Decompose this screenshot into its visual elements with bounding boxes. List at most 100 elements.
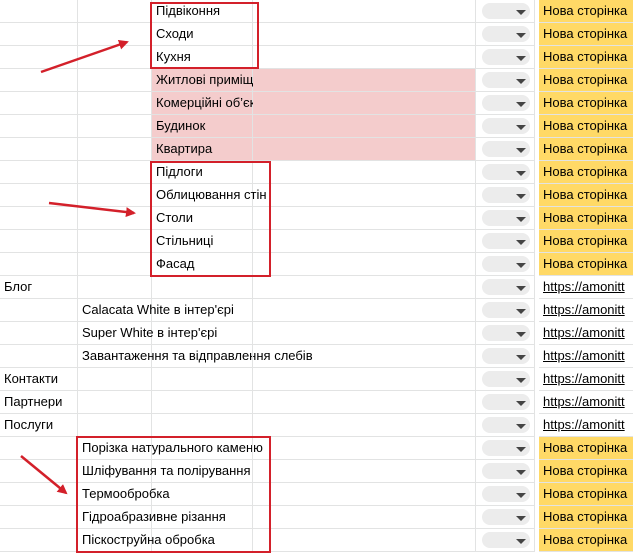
cell-dropdown[interactable] bbox=[476, 483, 535, 506]
cell-col-c[interactable] bbox=[152, 322, 253, 345]
cell-col-d[interactable] bbox=[253, 276, 476, 299]
cell-status[interactable]: https://amonitt bbox=[539, 299, 633, 322]
dropdown-chip[interactable] bbox=[482, 164, 530, 180]
dropdown-chip[interactable] bbox=[482, 256, 530, 272]
status-link[interactable]: https://amonitt bbox=[543, 371, 625, 386]
cell-dropdown[interactable] bbox=[476, 23, 535, 46]
cell-col-b[interactable]: Порізка натурального каменю bbox=[78, 437, 263, 460]
cell-col-d[interactable] bbox=[253, 0, 476, 23]
cell-col-b[interactable] bbox=[78, 138, 152, 161]
cell-dropdown[interactable] bbox=[476, 368, 535, 391]
cell-col-b[interactable] bbox=[78, 368, 152, 391]
cell-col-d[interactable] bbox=[253, 437, 476, 460]
cell-col-a[interactable] bbox=[0, 506, 78, 529]
cell-status[interactable]: Нова сторінка bbox=[539, 138, 633, 161]
cell-dropdown[interactable] bbox=[476, 460, 535, 483]
status-link[interactable]: https://amonitt bbox=[543, 325, 625, 340]
cell-dropdown[interactable] bbox=[476, 115, 535, 138]
cell-col-b[interactable] bbox=[78, 184, 152, 207]
cell-col-a[interactable] bbox=[0, 23, 78, 46]
cell-status[interactable]: Нова сторінка bbox=[539, 69, 633, 92]
cell-col-d[interactable] bbox=[253, 529, 476, 552]
dropdown-chip[interactable] bbox=[482, 440, 530, 456]
cell-dropdown[interactable] bbox=[476, 437, 535, 460]
dropdown-chip[interactable] bbox=[482, 348, 530, 364]
cell-col-c[interactable] bbox=[152, 276, 253, 299]
cell-col-c[interactable]: Облицювання стін bbox=[152, 184, 267, 207]
cell-col-a[interactable] bbox=[0, 46, 78, 69]
cell-col-d[interactable] bbox=[253, 69, 476, 92]
cell-status[interactable]: https://amonitt bbox=[539, 345, 633, 368]
cell-col-a[interactable] bbox=[0, 69, 78, 92]
cell-col-d[interactable] bbox=[253, 391, 476, 414]
cell-col-d[interactable] bbox=[253, 92, 476, 115]
cell-col-d[interactable] bbox=[253, 345, 476, 368]
status-link[interactable]: https://amonitt bbox=[543, 279, 625, 294]
cell-dropdown[interactable] bbox=[476, 138, 535, 161]
dropdown-chip[interactable] bbox=[482, 463, 530, 479]
cell-col-a[interactable] bbox=[0, 437, 78, 460]
cell-col-c[interactable] bbox=[152, 506, 253, 529]
cell-col-a[interactable] bbox=[0, 184, 78, 207]
cell-col-b[interactable]: Завантаження та відправлення слебів bbox=[78, 345, 313, 368]
cell-col-a[interactable] bbox=[0, 161, 78, 184]
cell-col-b[interactable] bbox=[78, 46, 152, 69]
cell-col-d[interactable] bbox=[253, 23, 476, 46]
cell-dropdown[interactable] bbox=[476, 92, 535, 115]
cell-status[interactable]: Нова сторінка bbox=[539, 46, 633, 69]
cell-status[interactable]: Нова сторінка bbox=[539, 92, 633, 115]
cell-col-c[interactable] bbox=[152, 437, 253, 460]
cell-status[interactable]: Нова сторінка bbox=[539, 483, 633, 506]
cell-status[interactable]: Нова сторінка bbox=[539, 207, 633, 230]
cell-col-b[interactable] bbox=[78, 23, 152, 46]
cell-col-c[interactable]: Підвіконня bbox=[152, 0, 253, 23]
cell-col-a[interactable] bbox=[0, 483, 78, 506]
cell-dropdown[interactable] bbox=[476, 529, 535, 552]
cell-col-c[interactable]: Сходи bbox=[152, 23, 253, 46]
cell-col-d[interactable] bbox=[253, 483, 476, 506]
cell-col-a[interactable]: Послуги bbox=[0, 414, 78, 437]
cell-col-a[interactable] bbox=[0, 460, 78, 483]
cell-col-b[interactable] bbox=[78, 391, 152, 414]
cell-dropdown[interactable] bbox=[476, 253, 535, 276]
cell-dropdown[interactable] bbox=[476, 276, 535, 299]
cell-col-d[interactable] bbox=[253, 460, 476, 483]
cell-status[interactable]: Нова сторінка bbox=[539, 23, 633, 46]
cell-col-d[interactable] bbox=[253, 368, 476, 391]
cell-dropdown[interactable] bbox=[476, 414, 535, 437]
dropdown-chip[interactable] bbox=[482, 532, 530, 548]
cell-col-c[interactable]: Стільниці bbox=[152, 230, 253, 253]
cell-col-a[interactable]: Контакти bbox=[0, 368, 78, 391]
cell-status[interactable]: Нова сторінка bbox=[539, 253, 633, 276]
dropdown-chip[interactable] bbox=[482, 49, 530, 65]
dropdown-chip[interactable] bbox=[482, 417, 530, 433]
cell-col-b[interactable] bbox=[78, 69, 152, 92]
cell-col-b[interactable] bbox=[78, 276, 152, 299]
cell-dropdown[interactable] bbox=[476, 0, 535, 23]
cell-col-c[interactable]: Фасад bbox=[152, 253, 253, 276]
cell-status[interactable]: Нова сторінка bbox=[539, 184, 633, 207]
dropdown-chip[interactable] bbox=[482, 72, 530, 88]
cell-col-c[interactable] bbox=[152, 299, 253, 322]
cell-status[interactable]: Нова сторінка bbox=[539, 460, 633, 483]
cell-col-c[interactable] bbox=[152, 460, 253, 483]
cell-col-a[interactable]: Партнери bbox=[0, 391, 78, 414]
cell-col-d[interactable] bbox=[253, 138, 476, 161]
dropdown-chip[interactable] bbox=[482, 95, 530, 111]
cell-col-c[interactable]: Житлові приміщення bbox=[152, 69, 282, 92]
dropdown-chip[interactable] bbox=[482, 3, 530, 19]
dropdown-chip[interactable] bbox=[482, 302, 530, 318]
cell-col-a[interactable] bbox=[0, 115, 78, 138]
cell-status[interactable]: Нова сторінка bbox=[539, 437, 633, 460]
cell-col-b[interactable] bbox=[78, 253, 152, 276]
dropdown-chip[interactable] bbox=[482, 279, 530, 295]
cell-dropdown[interactable] bbox=[476, 69, 535, 92]
cell-status[interactable]: Нова сторінка bbox=[539, 506, 633, 529]
dropdown-chip[interactable] bbox=[482, 371, 530, 387]
cell-dropdown[interactable] bbox=[476, 322, 535, 345]
cell-status[interactable]: https://amonitt bbox=[539, 391, 633, 414]
cell-col-b[interactable]: Шліфування та полірування bbox=[78, 460, 251, 483]
cell-dropdown[interactable] bbox=[476, 207, 535, 230]
cell-col-b[interactable] bbox=[78, 92, 152, 115]
cell-col-b[interactable] bbox=[78, 0, 152, 23]
